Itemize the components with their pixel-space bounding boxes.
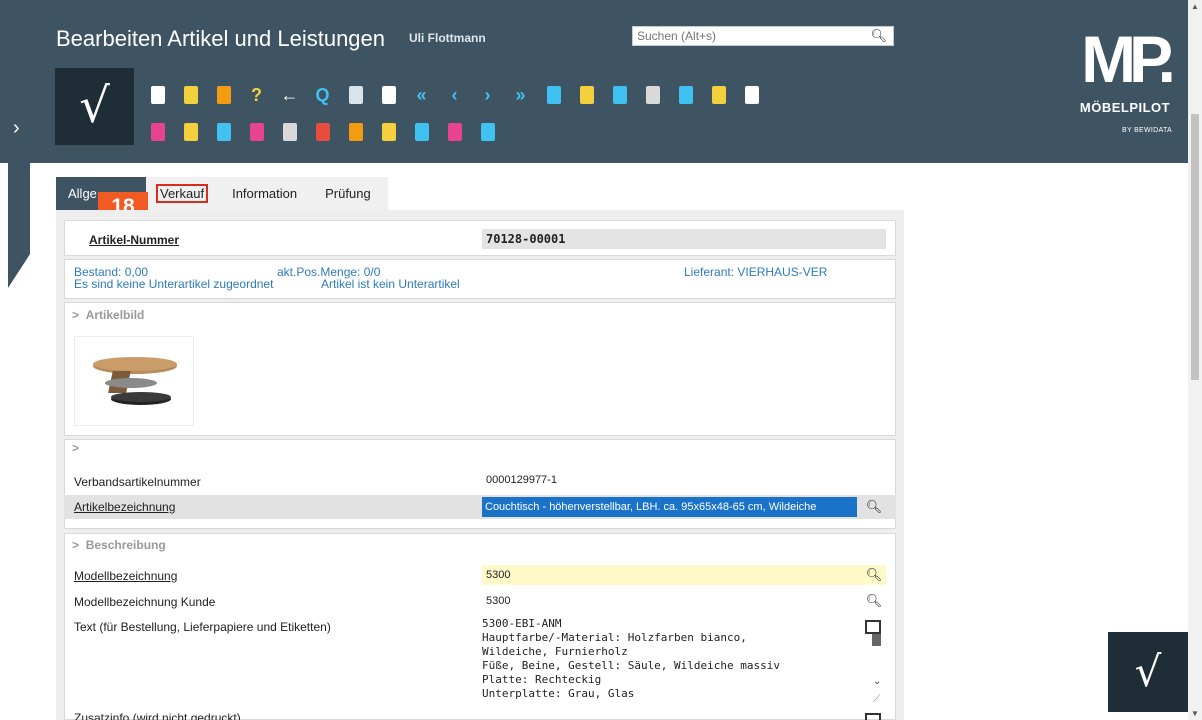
logo-by: BY BEWIDATA — [1122, 127, 1172, 134]
shield-icon[interactable] — [277, 120, 302, 144]
chevron-right-icon: > — [72, 538, 80, 552]
previous-icon[interactable]: ‹ — [442, 83, 467, 107]
tab-verkauf-label: Verkauf — [156, 184, 209, 203]
toolbar-row-1: ? ← Q « ‹ › » — [145, 82, 764, 108]
coffee-table-picture — [93, 357, 177, 405]
modellbezeichnung-kunde-field[interactable]: 5300 — [482, 591, 886, 611]
tab-pruefung[interactable]: Prüfung — [311, 177, 385, 210]
expand-editor-icon[interactable] — [865, 620, 881, 634]
zusatzinfo-expand-icon[interactable] — [865, 713, 881, 720]
next-icon[interactable]: › — [475, 83, 500, 107]
tab-allgemein-label: Allge — [68, 186, 97, 201]
package-icon[interactable] — [607, 83, 632, 107]
tag-icon[interactable] — [244, 120, 269, 144]
bezeichnung-toggle[interactable]: > — [72, 441, 79, 455]
artikel-nummer-label[interactable]: Artikel-Nummer — [89, 233, 179, 247]
search-input[interactable] — [633, 27, 863, 45]
delete-bin-icon[interactable] — [211, 83, 236, 107]
artikelbezeichnung-field[interactable]: Couchtisch - höhenverstellbar, LBH. ca. … — [482, 497, 857, 517]
artikelbezeichnung-search-icon[interactable]: 🔍︎ — [865, 499, 883, 515]
brand-logo: MP. MÖBELPILOT BY BEWIDATA — [1070, 24, 1180, 154]
help-icon[interactable]: ? — [244, 83, 269, 107]
pie-chart-icon[interactable] — [673, 83, 698, 107]
search-icon[interactable]: Q — [310, 83, 335, 107]
artikelbild-title: Artikelbild — [85, 308, 145, 322]
last-icon[interactable]: » — [508, 83, 533, 107]
lieferant-link[interactable]: Lieferant: VIERHAUS-VER — [684, 266, 827, 278]
first-icon[interactable]: « — [409, 83, 434, 107]
unterartikel-text: Es sind keine Unterartikel zugeordnet — [74, 277, 274, 291]
tab-pruefung-label: Prüfung — [325, 186, 371, 201]
logo-mp: MP. — [1081, 22, 1176, 96]
artikelbezeichnung-value: Couchtisch - höhenverstellbar, LBH. ca. … — [485, 501, 817, 513]
text-field-icon[interactable] — [475, 120, 500, 144]
modellbezeichnung-search-icon[interactable]: 🔍︎ — [865, 567, 883, 583]
factory-icon[interactable] — [376, 120, 401, 144]
tab-information[interactable]: Information — [218, 177, 312, 210]
truck-icon[interactable] — [409, 120, 434, 144]
scrollbar-thumb[interactable] — [1191, 114, 1199, 380]
product-image[interactable] — [74, 336, 194, 426]
scroll-down-icon[interactable]: ▼ — [1191, 709, 1199, 718]
chart-icon[interactable] — [178, 120, 203, 144]
calendar-30-icon[interactable] — [211, 120, 236, 144]
chevron-right-icon: > — [72, 308, 80, 322]
beschreibung-title: Beschreibung — [85, 538, 166, 552]
flag-de-en-icon[interactable] — [310, 120, 335, 144]
coins-icon[interactable] — [574, 83, 599, 107]
text-label: Text (für Bestellung, Lieferpapiere und … — [74, 620, 331, 634]
artikel-nummer-value: 70128-00001 — [482, 229, 886, 249]
sidebar-expand-handle[interactable]: › — [8, 100, 30, 288]
verbandsartikelnummer-field[interactable]: 0000129977-1 — [482, 470, 886, 490]
new-document-icon[interactable] — [145, 83, 170, 107]
screw-icon[interactable] — [640, 83, 665, 107]
verbandsartikelnummer-label: Verbandsartikelnummer — [74, 475, 201, 489]
user-name: Uli Flottmann — [409, 31, 486, 45]
kein-unterartikel-text: Artikel ist kein Unterartikel — [321, 277, 460, 291]
chevron-right-icon: › — [13, 117, 20, 139]
modellbezeichnung-kunde-label: Modellbezeichnung Kunde — [74, 595, 216, 609]
sun-icon[interactable] — [343, 120, 368, 144]
money-icon[interactable] — [706, 83, 731, 107]
tab-verkauf[interactable]: Verkauf — [146, 177, 219, 210]
modellbezeichnung-field[interactable]: 5300 — [482, 565, 886, 585]
textarea-scroll-thumb[interactable] — [872, 634, 881, 646]
print-icon[interactable] — [343, 83, 368, 107]
beschreibung-toggle[interactable]: > Beschreibung — [72, 538, 166, 552]
search-icon[interactable]: 🔍︎ — [870, 28, 887, 44]
modellbezeichnung-label[interactable]: Modellbezeichnung — [74, 569, 177, 583]
artikelbild-toggle[interactable]: > Artikelbild — [72, 308, 144, 322]
scroll-up-icon[interactable]: ▲ — [1191, 2, 1199, 11]
resize-handle-icon[interactable]: ⟋ — [873, 694, 880, 705]
chevron-down-icon[interactable]: ⌄ — [873, 676, 881, 687]
logo-name: MÖBELPILOT — [1079, 100, 1171, 115]
tab-information-label: Information — [232, 186, 298, 201]
back-icon[interactable]: ← — [277, 83, 302, 107]
page-scrollbar[interactable]: ▲ ▼ — [1188, 0, 1202, 720]
confirm-button[interactable]: √ — [55, 68, 134, 145]
text-textarea[interactable]: 5300-EBI-ANM Hauptfarbe/-Material: Holzf… — [482, 617, 856, 707]
layers-icon[interactable] — [376, 83, 401, 107]
box-icon[interactable] — [541, 83, 566, 107]
document-edit-icon[interactable] — [442, 120, 467, 144]
modellbezeichnung-kunde-search-icon[interactable]: 🔍︎ — [865, 593, 883, 609]
copy-icon[interactable] — [739, 83, 764, 107]
save-confirm-button[interactable]: √ — [1108, 632, 1188, 712]
page-title: Bearbeiten Artikel und Leistungen — [56, 26, 386, 51]
toolbar-row-2 — [145, 119, 500, 145]
zusatzinfo-label: Zusatzinfo (wird nicht gedruckt) — [74, 711, 241, 720]
artikelbezeichnung-label[interactable]: Artikelbezeichnung — [74, 500, 175, 514]
folder-icon[interactable] — [178, 83, 203, 107]
calendar-01-icon[interactable] — [145, 120, 170, 144]
global-search[interactable]: 🔍︎ — [632, 26, 894, 46]
